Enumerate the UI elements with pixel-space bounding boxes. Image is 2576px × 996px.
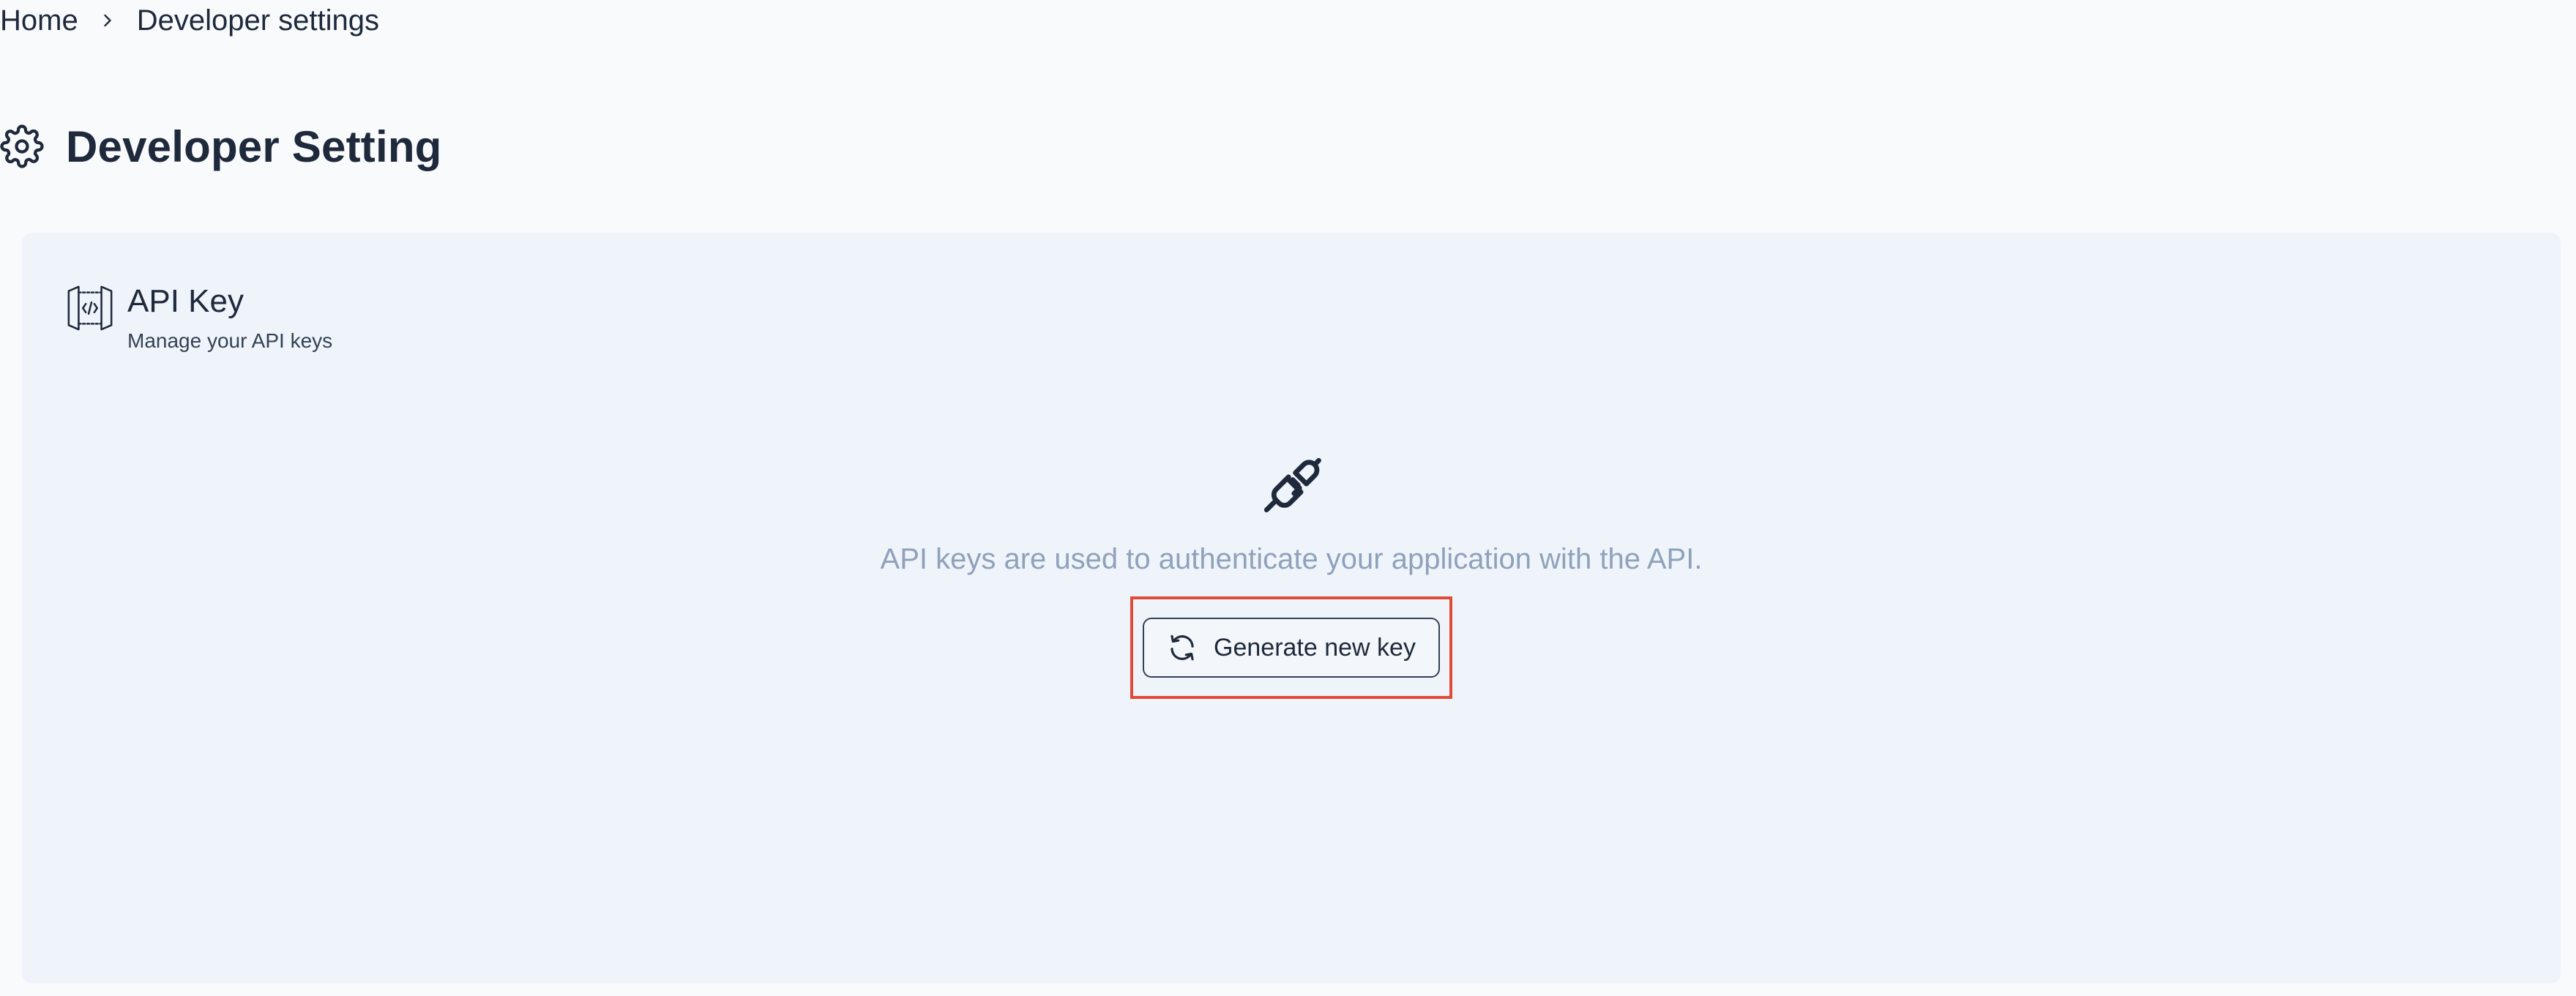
- page-header: Developer Setting: [0, 116, 442, 177]
- api-key-card-header: API Key Manage your API keys: [64, 282, 332, 353]
- card-title: API Key: [127, 283, 244, 319]
- api-key-card-text: API Key Manage your API keys: [127, 282, 332, 353]
- breadcrumb-home-link[interactable]: Home: [0, 4, 78, 37]
- card-subtitle: Manage your API keys: [127, 329, 333, 352]
- refresh-icon: [1167, 632, 1198, 663]
- api-key-card: API Key Manage your API keys API keys ar…: [22, 233, 2561, 984]
- api-code-icon: [64, 282, 116, 334]
- page-title: Developer Setting: [66, 121, 442, 171]
- highlight-box: Generate new key: [1130, 596, 1452, 699]
- gear-icon: [0, 124, 44, 168]
- empty-state-message: API keys are used to authenticate your a…: [880, 543, 1703, 575]
- empty-state: API keys are used to authenticate your a…: [22, 452, 2561, 699]
- breadcrumb-current: Developer settings: [136, 4, 379, 37]
- plug-disconnected-icon: [1258, 452, 1324, 518]
- breadcrumb: Home Developer settings: [0, 0, 379, 41]
- chevron-right-icon: [92, 4, 124, 37]
- generate-new-key-label: Generate new key: [1214, 633, 1416, 662]
- generate-new-key-button[interactable]: Generate new key: [1143, 618, 1440, 678]
